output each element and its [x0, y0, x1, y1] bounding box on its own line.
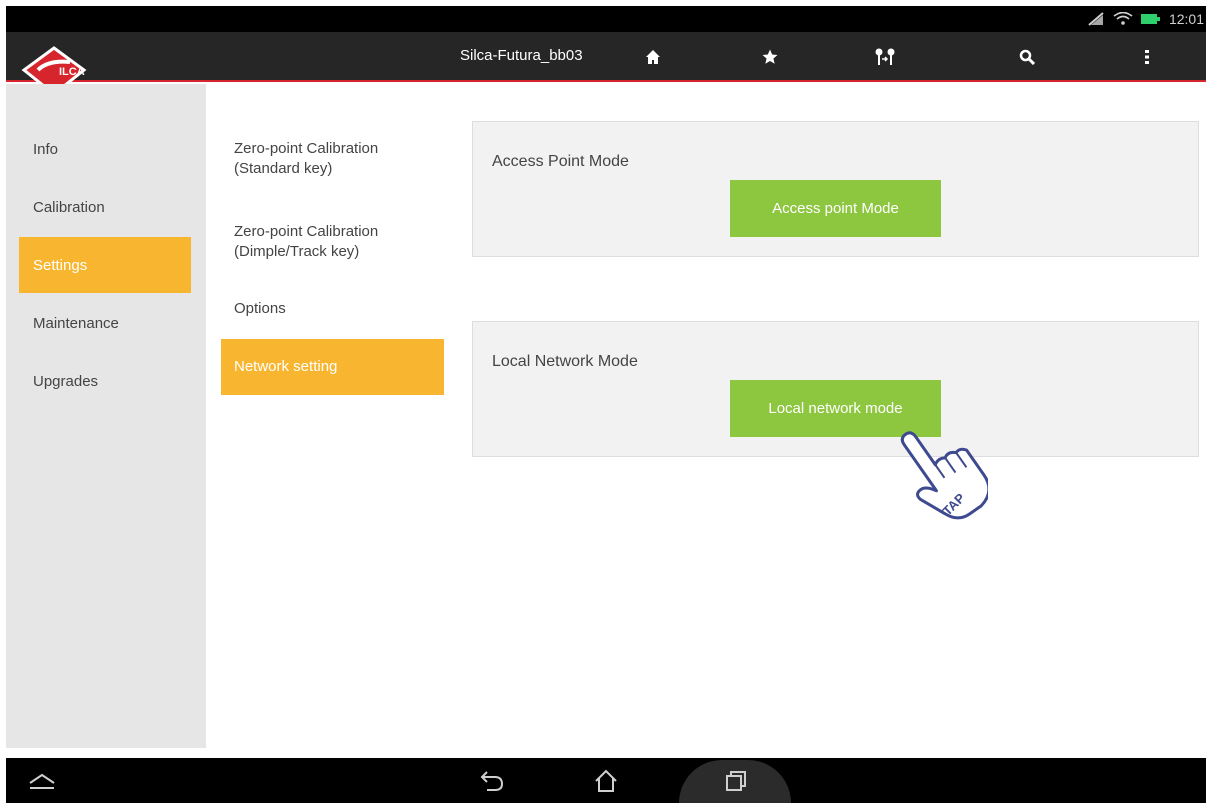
home-outline-icon[interactable]	[586, 758, 626, 803]
chevron-up-icon[interactable]	[22, 758, 62, 803]
more-vert-icon[interactable]	[1134, 44, 1160, 70]
app-bar: ILCA Silca-Futura_bb03	[6, 32, 1206, 96]
tap-hand-icon: TAP	[898, 418, 991, 530]
wifi-icon	[1113, 12, 1133, 26]
sidebar-item-label: Settings	[33, 256, 88, 274]
submenu-item-network-setting[interactable]: Network setting	[221, 339, 444, 395]
recents-icon[interactable]	[716, 758, 756, 803]
sidebar-item-maintenance[interactable]: Maintenance	[19, 295, 191, 351]
sidebar-item-upgrades[interactable]: Upgrades	[19, 353, 191, 409]
sidebar-item-label: Maintenance	[33, 314, 119, 332]
sidebar: Info Calibration Settings Maintenance Up…	[6, 84, 206, 748]
sidebar-item-calibration[interactable]: Calibration	[19, 179, 191, 235]
status-icons: 12:01	[1087, 6, 1206, 32]
sidebar-item-label: Calibration	[33, 198, 105, 216]
star-icon[interactable]	[757, 44, 783, 70]
back-icon[interactable]	[472, 758, 512, 803]
submenu-item-options[interactable]: Options	[221, 299, 444, 319]
search-icon[interactable]	[1014, 44, 1040, 70]
status-time: 12:01	[1168, 11, 1204, 27]
sidebar-item-info[interactable]: Info	[19, 121, 191, 177]
local-network-title: Local Network Mode	[492, 353, 638, 370]
access-point-title: Access Point Mode	[492, 153, 629, 170]
access-point-panel: Access Point Mode Access point Mode	[472, 121, 1199, 257]
home-icon[interactable]	[640, 44, 666, 70]
sidebar-item-label: Upgrades	[33, 372, 99, 390]
status-bar: 12:01	[6, 6, 1206, 32]
signal-off-icon	[1087, 12, 1105, 26]
system-navbar	[6, 758, 1206, 803]
submenu-item-zero-point-standard[interactable]: Zero-point Calibration (Standard key)	[221, 139, 444, 179]
battery-icon	[1140, 14, 1160, 24]
submenu-item-zero-point-dimple[interactable]: Zero-point Calibration (Dimple/Track key…	[221, 222, 444, 262]
sidebar-item-label: Info	[33, 140, 59, 158]
local-network-panel: Local Network Mode Local network mode	[472, 321, 1199, 457]
access-point-mode-button[interactable]: Access point Mode	[730, 180, 941, 237]
submenu-item-label: Network setting	[234, 358, 338, 375]
svg-text:ILCA: ILCA	[59, 66, 85, 78]
device-title: Silca-Futura_bb03	[460, 47, 583, 64]
keys-icon[interactable]	[872, 44, 898, 70]
sidebar-item-settings[interactable]: Settings	[19, 237, 191, 293]
